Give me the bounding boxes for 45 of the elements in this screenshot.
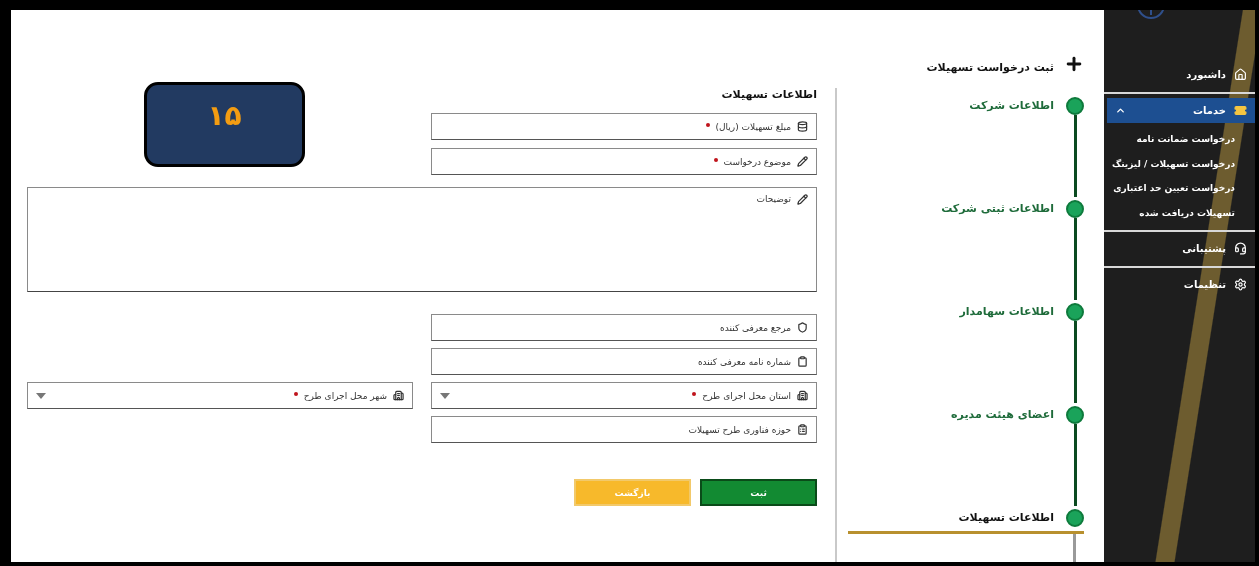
step-item[interactable]: اطلاعات تسهیلات [848,509,1084,534]
submenu-item[interactable]: درخواست تعیین حد اعتباری [1104,176,1255,201]
step-dot [1066,509,1084,527]
input-field[interactable]: شماره نامه معرفی کننده [431,348,817,375]
submenu-item[interactable]: درخواست ضمانت نامه [1104,127,1255,152]
home-icon [1234,68,1247,81]
shield-icon [797,322,808,333]
submenu-item[interactable]: درخواست تسهیلات / لیزینگ [1104,151,1255,176]
settings-icon [1234,278,1247,291]
clipboard-icon [797,356,808,367]
step-item[interactable]: اطلاعات ثبتی شرکت [848,200,1084,303]
pencil-icon [797,194,808,205]
step-dot [1066,200,1084,218]
step-dot [1066,303,1084,321]
input-field[interactable]: مبلغ تسهیلات (ریال) [431,113,817,140]
step-dot [1066,97,1084,115]
plus-icon[interactable] [1064,54,1084,74]
pencil-icon [797,156,808,167]
sidebar-item[interactable]: خدمات [1107,98,1255,123]
input-field[interactable]: موضوع درخواست [431,148,817,175]
page-title: ثبت درخواست تسهیلات [926,61,1054,74]
sidebar-item[interactable]: پشتیبانی [1107,236,1255,261]
step-dot [1066,406,1084,424]
ticket-icon [1234,104,1247,117]
caret-icon [36,392,46,399]
clipboard-icon [797,424,808,435]
submit-button[interactable]: ثبت [700,479,817,506]
building-icon [797,390,808,401]
step-item[interactable]: اعضای هیئت مدیره [848,406,1084,509]
step-item[interactable]: اطلاعات شرکت [848,97,1084,200]
description-field[interactable]: توضیحات [27,187,817,292]
headset-icon [1234,242,1247,255]
input-field[interactable]: حوزه فناوری طرح تسهیلات [431,416,817,443]
number-badge: ۱۵ [144,82,305,167]
sidebar-item[interactable]: تنظیمات [1107,272,1255,297]
coins-icon [797,121,808,132]
step-item[interactable]: اطلاعات سهامدار [848,303,1084,406]
input-field[interactable]: مرجع معرفی کننده [431,314,817,341]
select-field[interactable]: استان محل اجرای طرح [431,382,817,409]
building-icon [393,390,404,401]
submenu-item[interactable]: تسهیلات دریافت شده [1104,200,1255,225]
section-title: اطلاعات تسهیلات [720,88,817,101]
caret-icon [440,392,450,399]
select-field[interactable]: شهر محل اجرای طرح [27,382,413,409]
sidebar-item[interactable]: داشبورد [1107,62,1255,87]
